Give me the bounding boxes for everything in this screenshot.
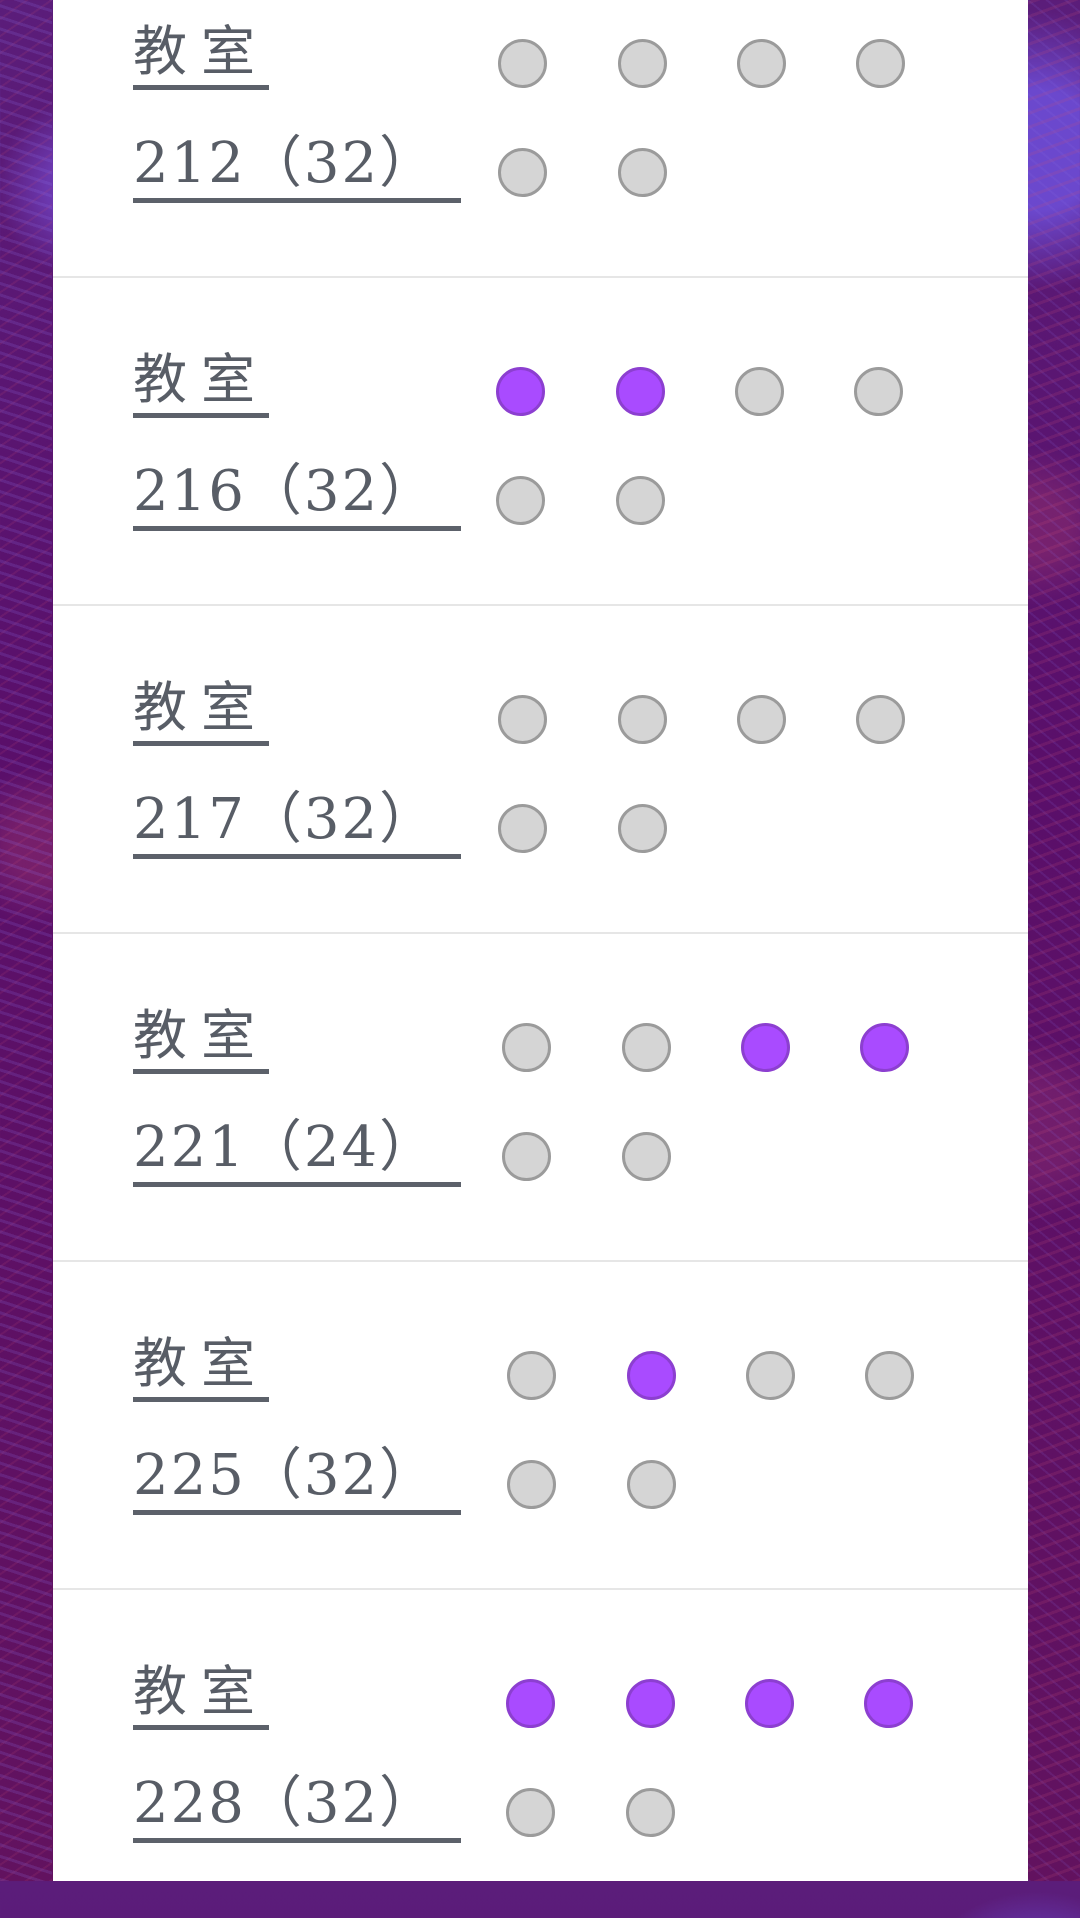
background-texture-right xyxy=(1028,0,1080,1881)
slot-dot-empty[interactable] xyxy=(618,695,667,744)
slot-dot-empty[interactable] xyxy=(502,1132,551,1181)
slot-dot-empty[interactable] xyxy=(854,367,903,416)
room-label[interactable]: 教室 xyxy=(133,1337,269,1402)
slot-dot-empty[interactable] xyxy=(618,148,667,197)
slot-dot-empty[interactable] xyxy=(737,695,786,744)
slot-dot-filled[interactable] xyxy=(864,1679,913,1728)
slot-dot-empty[interactable] xyxy=(618,39,667,88)
room-label[interactable]: 教室 xyxy=(133,1009,269,1074)
slot-dot-empty[interactable] xyxy=(496,476,545,525)
slot-dot-empty[interactable] xyxy=(507,1351,556,1400)
slot-dot-empty[interactable] xyxy=(622,1023,671,1072)
room-label[interactable]: 教室 xyxy=(133,25,269,90)
classroom-list: 教室 212（32） 教室 216（32） 教室 217（32） 教室 221（… xyxy=(53,0,1028,1881)
slot-dot-filled[interactable] xyxy=(506,1679,555,1728)
room-label[interactable]: 教室 xyxy=(133,1665,269,1730)
background-texture-left xyxy=(0,0,52,1881)
slot-dot-filled[interactable] xyxy=(616,367,665,416)
slot-dot-empty[interactable] xyxy=(498,804,547,853)
room-row[interactable]: 教室 212（32） xyxy=(53,0,1028,278)
room-label[interactable]: 教室 xyxy=(133,353,269,418)
room-number[interactable]: 221（24） xyxy=(133,1120,462,1187)
room-row[interactable]: 教室 225（32） xyxy=(53,1262,1028,1590)
room-row[interactable]: 教室 217（32） xyxy=(53,606,1028,934)
slot-dot-empty[interactable] xyxy=(856,39,905,88)
slot-dot-empty[interactable] xyxy=(626,1788,675,1837)
slot-dot-empty[interactable] xyxy=(627,1460,676,1509)
slot-dot-empty[interactable] xyxy=(856,695,905,744)
slot-dot-empty[interactable] xyxy=(507,1460,556,1509)
room-number[interactable]: 225（32） xyxy=(133,1448,462,1515)
slot-dot-empty[interactable] xyxy=(498,39,547,88)
slot-dot-filled[interactable] xyxy=(745,1679,794,1728)
room-row[interactable]: 教室 216（32） xyxy=(53,278,1028,606)
slot-dot-filled[interactable] xyxy=(496,367,545,416)
slot-dot-filled[interactable] xyxy=(627,1351,676,1400)
slot-dot-empty[interactable] xyxy=(618,804,667,853)
slot-dot-empty[interactable] xyxy=(616,476,665,525)
slot-dot-empty[interactable] xyxy=(735,367,784,416)
slot-dot-empty[interactable] xyxy=(506,1788,555,1837)
slot-dot-empty[interactable] xyxy=(746,1351,795,1400)
room-row[interactable]: 教室 228（32） xyxy=(53,1590,1028,1918)
room-number[interactable]: 217（32） xyxy=(133,792,462,859)
slot-dot-empty[interactable] xyxy=(865,1351,914,1400)
slot-dot-empty[interactable] xyxy=(498,148,547,197)
slot-dot-empty[interactable] xyxy=(502,1023,551,1072)
slot-dot-empty[interactable] xyxy=(737,39,786,88)
slot-dot-empty[interactable] xyxy=(498,695,547,744)
room-row[interactable]: 教室 221（24） xyxy=(53,934,1028,1262)
slot-dot-filled[interactable] xyxy=(741,1023,790,1072)
slot-dot-filled[interactable] xyxy=(860,1023,909,1072)
slot-dot-empty[interactable] xyxy=(622,1132,671,1181)
slot-dot-filled[interactable] xyxy=(626,1679,675,1728)
room-label[interactable]: 教室 xyxy=(133,681,269,746)
room-number[interactable]: 212（32） xyxy=(133,136,462,203)
room-number[interactable]: 216（32） xyxy=(133,464,462,531)
room-number[interactable]: 228（32） xyxy=(133,1776,462,1843)
